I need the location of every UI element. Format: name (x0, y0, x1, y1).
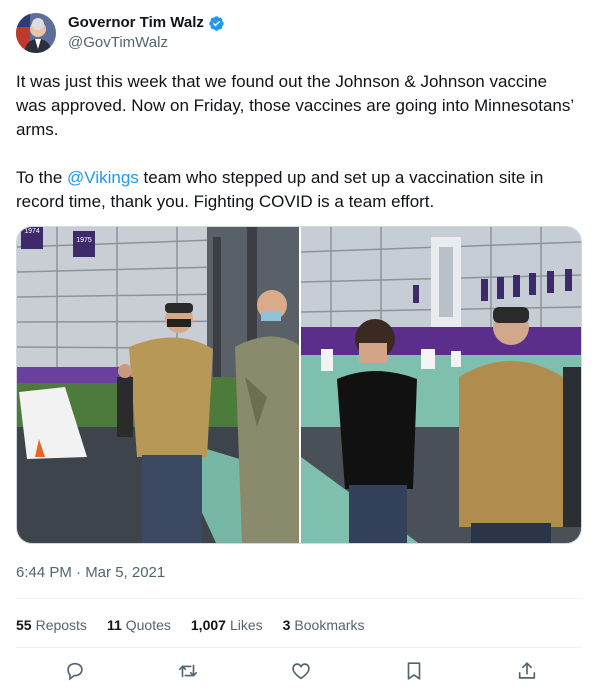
reposts-count: 55 (16, 617, 32, 633)
verified-badge-icon (208, 15, 225, 32)
banner-label: 1975 (76, 237, 92, 244)
quotes-stat[interactable]: 11 Quotes (107, 615, 171, 635)
text-segment: To the (16, 168, 68, 187)
likes-count: 1,007 (190, 617, 226, 633)
avatar-photo (16, 13, 56, 53)
timestamp[interactable]: 6:44 PM · Mar 5, 2021 (16, 563, 165, 583)
tweet-paragraph: To the @Vikings team who stepped up and … (16, 166, 576, 214)
tweet-paragraph: It was just this week that we found out … (16, 72, 574, 139)
photo-2[interactable] (301, 227, 581, 543)
display-name[interactable]: Governor Tim Walz (68, 13, 204, 33)
engagement-stats: 55 Reposts 11 Quotes 1,007 Likes 3 Bookmarks (16, 615, 384, 635)
divider (16, 598, 582, 599)
share-icon[interactable] (516, 660, 538, 682)
reposts-label: Reposts (35, 617, 87, 633)
action-bar (16, 660, 582, 682)
reposts-stat[interactable]: 55 Reposts (16, 615, 87, 635)
quotes-count: 11 (106, 617, 122, 633)
bookmarks-count: 3 (282, 617, 291, 633)
mention-link[interactable]: @Vikings (67, 168, 139, 187)
retweet-icon[interactable] (177, 660, 199, 682)
bookmarks-stat[interactable]: 3 Bookmarks (283, 615, 365, 635)
banner-label: 1974 (24, 228, 40, 235)
tweet-text: It was just this week that we found out … (16, 70, 576, 214)
likes-stat[interactable]: 1,007 Likes (191, 615, 263, 635)
bookmarks-label: Bookmarks (294, 617, 365, 633)
photo-1[interactable]: 1974 1975 (17, 227, 299, 543)
bookmark-icon[interactable] (403, 660, 425, 682)
reply-icon[interactable] (64, 660, 86, 682)
like-icon[interactable] (290, 660, 312, 682)
avatar[interactable] (16, 13, 56, 53)
likes-label: Likes (229, 617, 263, 633)
handle[interactable]: @GovTimWalz (68, 33, 225, 53)
quotes-label: Quotes (125, 617, 171, 633)
media-grid: 1974 1975 (16, 226, 582, 544)
divider (16, 647, 582, 648)
tweet-header: Governor Tim Walz @GovTimWalz (16, 12, 225, 54)
